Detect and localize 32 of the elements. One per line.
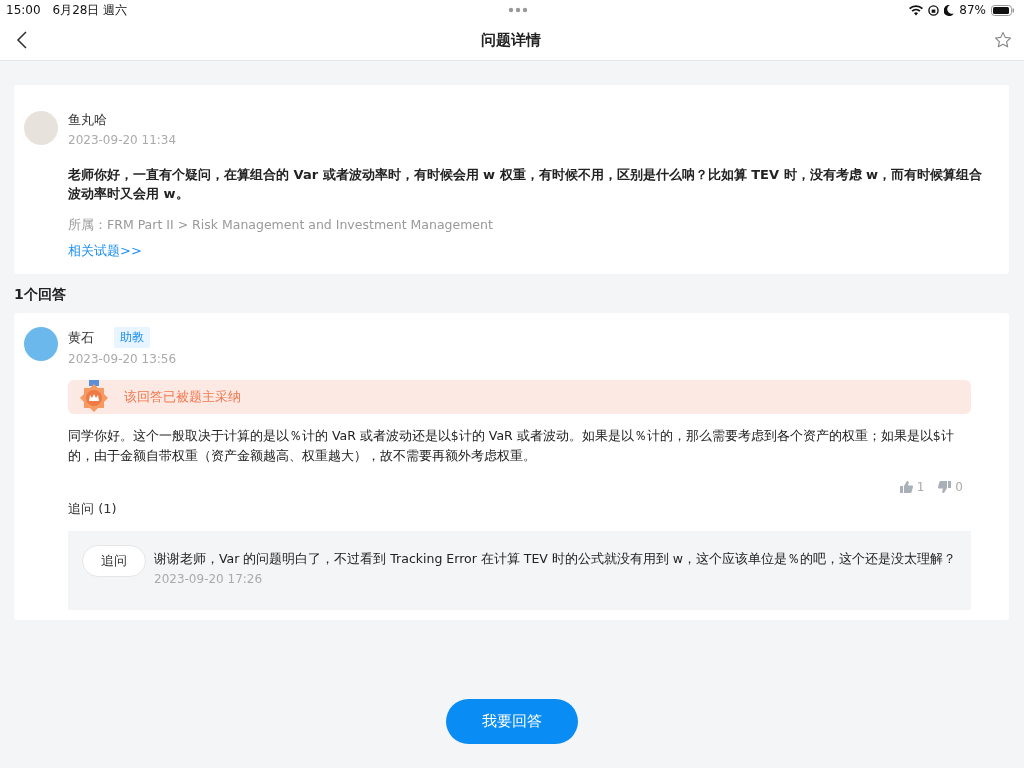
question-text: 老师你好，一直有个疑问，在算组合的 Var 或者波动率时，有时候会用 w 权重，有时候不用，区别是什么呐？比如算 TEV 时，没有考虑 w，而有时候算组合波动率时又会用 w。	[68, 166, 984, 203]
dots-icon	[508, 7, 529, 13]
battery-percent: 87%	[959, 3, 986, 17]
related-questions-link[interactable]: 相关试题>>	[68, 242, 142, 260]
like-button[interactable]: 1	[899, 480, 925, 494]
author-name: 鱼丸哈	[68, 111, 108, 129]
answer-button[interactable]: 我要回答	[446, 699, 578, 744]
medal-icon	[78, 380, 110, 414]
back-button[interactable]	[16, 31, 28, 49]
rotation-lock-icon	[928, 4, 940, 16]
wifi-icon	[909, 4, 924, 16]
status-date: 6月28日 週六	[52, 1, 128, 19]
dislike-button[interactable]: 0	[938, 480, 963, 494]
avatar	[24, 111, 58, 145]
followup-tag: 追问	[82, 545, 146, 577]
post-time: 2023-09-20 17:26	[154, 572, 264, 586]
status-time: 15:00	[6, 3, 41, 17]
favorite-button[interactable]	[994, 31, 1012, 49]
post-time: 2023-09-20 13:56	[68, 352, 178, 366]
avatar	[24, 327, 58, 361]
page-title: 问题详情	[481, 30, 541, 50]
followup-text: 谢谢老师，Var 的问题明白了，不过看到 Tracking Error 在计算 TEV 时的公式就没有用到 w，这个应该单位是％的吧，这个还是没太理解？	[154, 551, 956, 568]
role-badge: 助教	[114, 327, 150, 348]
adopted-text: 该回答已被题主采纳	[124, 388, 241, 406]
battery-icon	[991, 4, 1015, 16]
answer-count: 1个回答	[14, 286, 67, 304]
author-name: 黄石	[68, 328, 94, 347]
followup-title: 追问 (1)	[68, 500, 118, 518]
moon-icon	[944, 4, 955, 16]
post-time: 2023-09-20 11:34	[68, 133, 178, 147]
answer-text: 同学你好。这个一般取决于计算的是以％计的 VaR 或者波动还是以$计的 VaR 或者波动。如果是以％计的，那么需要考虑到各个资产的权重；如果是以$计的，由于金额自带权重（资产金额越高、权重越大），故不需要再额外考虑权重。	[68, 427, 955, 465]
category-text: 所属：FRM Part II > Risk Management and Investment Management	[68, 217, 494, 234]
